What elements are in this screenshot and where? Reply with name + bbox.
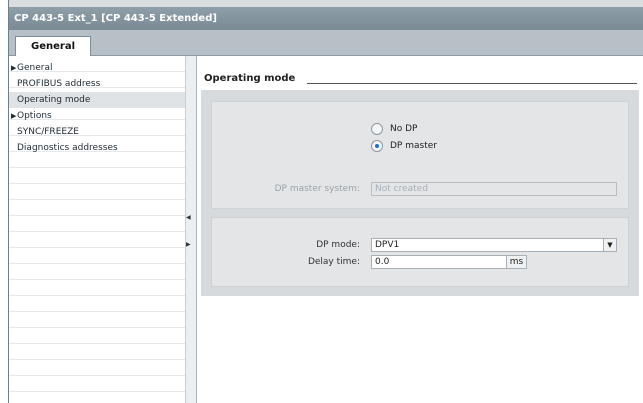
nav-item-diagnostics-addresses[interactable]: Diagnostics addresses xyxy=(9,140,185,156)
chevron-down-icon[interactable]: ▼ xyxy=(603,239,616,251)
radio-label: DP master xyxy=(390,141,437,151)
nav-row-divider xyxy=(9,296,185,312)
nav-row-divider xyxy=(9,216,185,232)
nav-row-divider xyxy=(9,312,185,328)
dp-mode-select[interactable]: DPV1 ▼ xyxy=(371,238,617,252)
dp-mode-value: DPV1 xyxy=(375,240,400,250)
expand-right-icon[interactable]: ▶ xyxy=(186,241,191,249)
nav-row-divider xyxy=(9,344,185,360)
mode-group: No DP DP master DP master system: Not cr… xyxy=(211,101,629,209)
collapse-left-icon[interactable]: ◀ xyxy=(186,214,191,222)
tab-strip: General xyxy=(9,30,643,57)
nav-item-options[interactable]: ▶ Options xyxy=(9,108,185,124)
tab-general[interactable]: General xyxy=(15,36,91,57)
nav-row-divider xyxy=(9,232,185,248)
dp-settings-group: DP mode: DPV1 ▼ Delay time: 0.0 ms xyxy=(211,217,629,287)
nav-row-divider xyxy=(9,168,185,184)
dp-mode-label: DP mode: xyxy=(316,240,360,250)
properties-window: CP 443-5 Ext_1 [CP 443-5 Extended] Gener… xyxy=(8,0,643,403)
nav-row-divider xyxy=(9,328,185,344)
nav-item-label: Operating mode xyxy=(17,95,91,105)
nav-item-sync-freeze[interactable]: SYNC/FREEZE xyxy=(9,124,185,140)
triangle-right-icon[interactable]: ▶ xyxy=(11,108,16,124)
nav-row-divider xyxy=(9,184,185,200)
nav-item-general[interactable]: ▶ General xyxy=(9,60,185,76)
dp-master-system-label: DP master system: xyxy=(274,184,360,194)
delay-time-input[interactable]: 0.0 ms xyxy=(371,255,527,269)
radio-no-dp[interactable]: No DP xyxy=(371,122,417,136)
nav-item-operating-mode[interactable]: Operating mode xyxy=(9,92,185,108)
window-title: CP 443-5 Ext_1 [CP 443-5 Extended] xyxy=(9,7,643,30)
nav-item-label: Options xyxy=(17,111,52,121)
nav-item-label: SYNC/FREEZE xyxy=(17,127,79,137)
nav-item-label: PROFIBUS address xyxy=(17,79,101,89)
content-area: Operating mode No DP DP master DP master… xyxy=(197,56,643,403)
operating-mode-panel: No DP DP master DP master system: Not cr… xyxy=(201,90,639,296)
radio-button-selected[interactable] xyxy=(371,140,383,152)
delay-time-value: 0.0 xyxy=(375,257,390,267)
dp-master-system-field: Not created xyxy=(371,182,617,196)
section-title: Operating mode xyxy=(204,73,296,84)
nav-row-divider xyxy=(9,248,185,264)
panel-splitter[interactable]: ◀ ▶ xyxy=(185,56,197,403)
radio-dp-master[interactable]: DP master xyxy=(371,139,437,153)
nav-item-profibus-address[interactable]: PROFIBUS address xyxy=(9,76,185,92)
triangle-right-icon[interactable]: ▶ xyxy=(11,60,16,76)
nav-row-divider xyxy=(9,264,185,280)
section-divider xyxy=(307,83,637,84)
nav-row-divider xyxy=(9,376,185,392)
nav-row-divider xyxy=(9,200,185,216)
radio-button[interactable] xyxy=(371,123,383,135)
nav-row-divider xyxy=(9,360,185,376)
nav-item-label: General xyxy=(17,63,53,73)
nav-row-divider xyxy=(9,280,185,296)
radio-label: No DP xyxy=(390,124,418,134)
delay-time-label: Delay time: xyxy=(307,257,360,267)
delay-time-unit: ms xyxy=(506,256,526,268)
nav-item-label: Diagnostics addresses xyxy=(17,143,118,153)
navigation-tree: ▶ General PROFIBUS address Operating mod… xyxy=(9,56,185,403)
